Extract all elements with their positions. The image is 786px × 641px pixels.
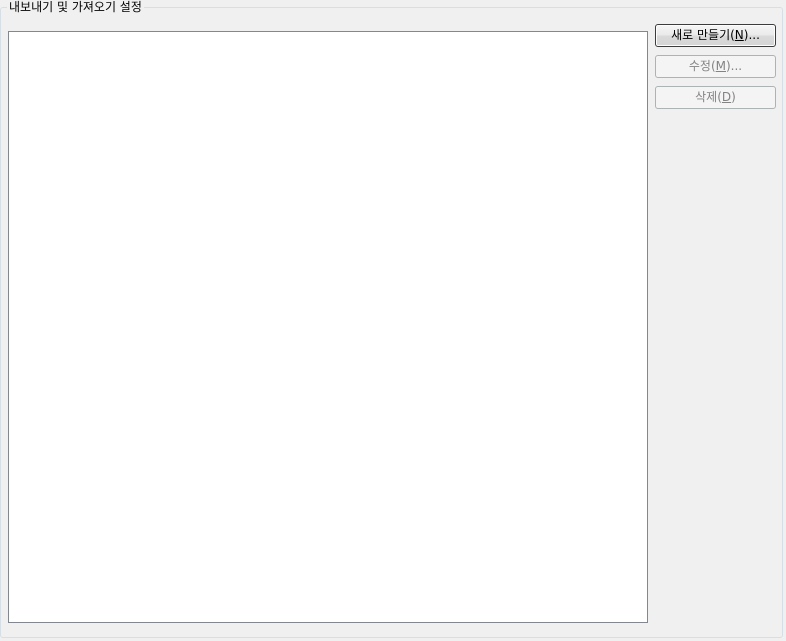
new-button-label-prefix: 새로 만들기( [671,28,735,42]
delete-button-label-suffix: ) [731,90,736,104]
edit-button-label-suffix: )... [726,59,743,73]
new-button-label-suffix: )... [743,28,760,42]
settings-list[interactable] [8,31,648,623]
edit-button-mnemonic: M [715,59,726,73]
new-button[interactable]: 새로 만들기(N)... [655,24,776,47]
edit-button-label-prefix: 수정( [688,59,716,73]
group-title: 내보내기 및 가져오기 설정 [7,0,144,15]
delete-button-label-prefix: 삭제( [695,90,722,104]
delete-button-mnemonic: D [721,90,732,104]
edit-button[interactable]: 수정(M)... [655,55,776,78]
new-button-mnemonic: N [734,28,744,42]
delete-button[interactable]: 삭제(D) [655,86,776,109]
